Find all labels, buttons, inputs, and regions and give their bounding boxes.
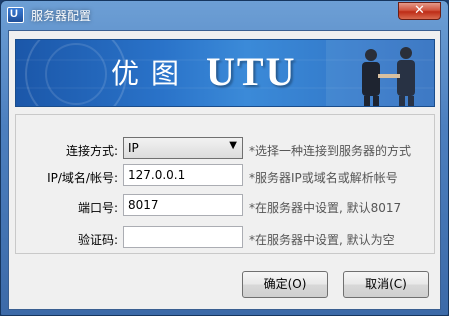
settings-group: 连接方式: IP ▼ *选择一种连接到服务器的方式 IP/域名/帐号: 127.… <box>15 114 435 254</box>
verify-code-hint: *在服务器中设置, 默认为空 <box>249 233 395 247</box>
verify-code-label: 验证码: <box>77 233 118 247</box>
window-title: 服务器配置 <box>31 9 92 23</box>
dropdown-arrow-icon[interactable]: ▼ <box>229 140 237 151</box>
port-label: 端口号: <box>77 201 118 215</box>
connection-label: 连接方式: <box>65 144 118 158</box>
connection-hint: *选择一种连接到服务器的方式 <box>249 144 412 158</box>
address-input[interactable]: 127.0.0.1 <box>123 164 243 186</box>
banner-chinese-text: 优图 <box>111 57 192 90</box>
connection-select-value: IP <box>128 141 139 155</box>
address-hint: *服务器IP或域名或解析帐号 <box>249 171 398 185</box>
connection-select[interactable]: IP ▼ <box>123 137 243 159</box>
app-icon: U <box>7 7 24 23</box>
verify-code-input[interactable] <box>123 226 243 248</box>
dialog-body: 优图 UTU 连接方式: IP ▼ *选择一种连接到服务器的方式 IP/域名/帐… <box>8 30 441 310</box>
server-config-window: U 服务器配置 ✕ 优图 UTU 连接方式: IP ▼ *选择一种连接到服务器的… <box>0 0 449 316</box>
ok-button[interactable]: 确定(O) <box>242 271 328 298</box>
businessmen-handshake-image <box>326 40 434 106</box>
port-input[interactable]: 8017 <box>123 194 243 216</box>
cancel-button[interactable]: 取消(C) <box>343 271 429 298</box>
address-label: IP/域名/帐号: <box>47 171 118 185</box>
banner: 优图 UTU <box>15 39 435 107</box>
title-bar[interactable]: U 服务器配置 ✕ <box>1 1 448 29</box>
utu-logo: UTU <box>206 49 297 94</box>
port-hint: *在服务器中设置, 默认8017 <box>249 201 402 215</box>
close-button[interactable]: ✕ <box>398 2 441 20</box>
